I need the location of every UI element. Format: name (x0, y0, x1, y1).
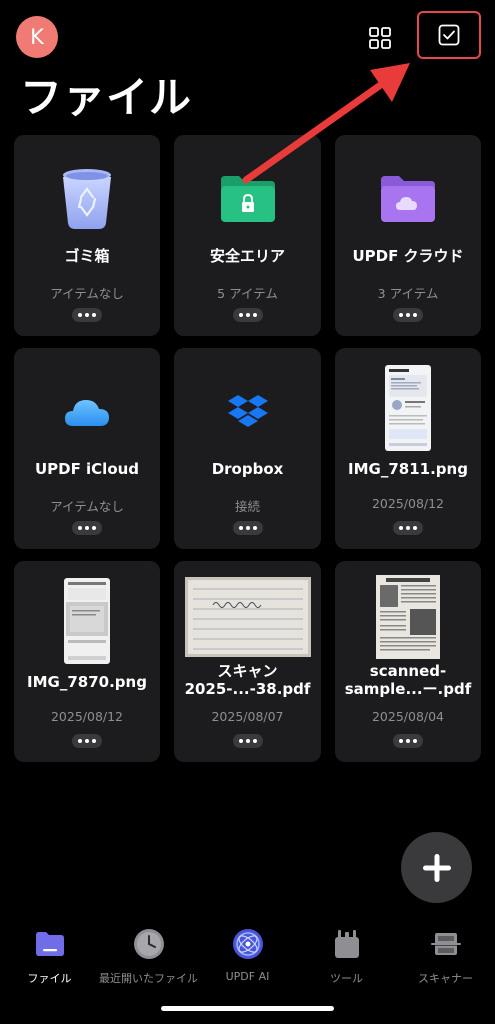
screenshot-thumbnail (385, 365, 431, 451)
select-checkbox-icon (438, 24, 460, 46)
card-subtitle: 2025/08/12 (371, 496, 445, 511)
card-name: 安全エリア (209, 247, 285, 265)
avatar-letter: K (30, 25, 44, 49)
more-options-button[interactable] (232, 521, 263, 535)
card-name: UPDF クラウド (352, 247, 464, 265)
files-icon (35, 932, 64, 956)
card-name: IMG_7870.png (27, 673, 147, 691)
trash-icon (63, 169, 111, 229)
scan-thumbnail (184, 577, 311, 657)
card-name: UPDF iCloud (34, 460, 140, 478)
card-name: IMG_7811.png (348, 460, 468, 478)
card-name: scanned- sample...ー.pdf (344, 662, 472, 698)
file-grid: ゴミ箱 アイテムなし 安全エリア 5 アイテム UPDF クラウド 3 アイテム… (14, 135, 481, 762)
nav-tab-scanner[interactable]: スキャナー (396, 922, 495, 992)
card-file[interactable]: スキャン 2025-...-38.pdf 2025/08/07 (174, 561, 321, 762)
select-button[interactable] (417, 11, 481, 59)
more-options-button[interactable] (393, 308, 423, 322)
add-button[interactable] (401, 832, 472, 903)
more-options-button[interactable] (232, 308, 263, 322)
more-options-button[interactable] (72, 308, 102, 322)
screenshot-thumbnail (64, 578, 110, 664)
grid-view-button[interactable] (362, 20, 398, 56)
dropbox-icon (227, 395, 268, 427)
more-options-button[interactable] (232, 734, 263, 748)
nav-label: スキャナー (418, 972, 473, 985)
more-options-button[interactable] (72, 734, 102, 748)
avatar[interactable]: K (16, 16, 58, 58)
more-options-button[interactable] (393, 734, 423, 748)
more-options-button[interactable] (72, 521, 102, 535)
card-subtitle: 2025/08/04 (371, 709, 445, 724)
card-file[interactable]: IMG_7811.png 2025/08/12 (335, 348, 481, 549)
ai-icon (232, 929, 263, 959)
tools-icon (334, 930, 359, 958)
home-indicator (161, 1006, 334, 1011)
cloud-folder-icon (381, 176, 435, 222)
card-subtitle: アイテムなし (50, 499, 124, 514)
card-subtitle: 3 アイテム (377, 286, 439, 301)
scanner-icon (430, 933, 461, 955)
card-file[interactable]: IMG_7870.png 2025/08/12 (14, 561, 160, 762)
card-file[interactable]: scanned- sample...ー.pdf 2025/08/04 (335, 561, 481, 762)
page-title: ファイル (20, 73, 193, 122)
card-subtitle: 2025/08/07 (211, 709, 284, 724)
card-name: スキャン 2025-...-38.pdf (184, 662, 311, 698)
plus-icon (422, 853, 451, 882)
nav-label: ツール (330, 972, 363, 985)
card-trash[interactable]: ゴミ箱 アイテムなし (14, 135, 160, 336)
card-dropbox[interactable]: Dropbox 接続 (174, 348, 321, 549)
newspaper-thumbnail (376, 575, 440, 659)
more-options-button[interactable] (393, 521, 423, 535)
secure-folder-icon (220, 176, 275, 222)
nav-tab-files[interactable]: ファイル (0, 922, 99, 992)
nav-tab-updf-ai[interactable]: UPDF AI (198, 922, 297, 992)
card-name: Dropbox (211, 460, 284, 478)
card-subtitle: 接続 (234, 499, 260, 514)
nav-label: UPDF AI (225, 970, 270, 983)
nav-label: ファイル (27, 972, 72, 985)
card-secure-area[interactable]: 安全エリア 5 アイテム (174, 135, 321, 336)
card-subtitle: 2025/08/12 (50, 709, 124, 724)
nav-tab-recent[interactable]: 最近開いたファイル (99, 922, 198, 992)
grid-view-icon (369, 27, 391, 49)
clock-icon (133, 929, 164, 959)
nav-tab-tools[interactable]: ツール (297, 922, 396, 992)
card-subtitle: 5 アイテム (217, 286, 278, 301)
bottom-navigation: ファイル 最近開いたファイル UPDF AI ツール スキャナー (0, 922, 495, 992)
icloud-icon (65, 400, 109, 426)
card-updf-cloud[interactable]: UPDF クラウド 3 アイテム (335, 135, 481, 336)
card-name: ゴミ箱 (64, 247, 110, 265)
card-subtitle: アイテムなし (50, 286, 124, 301)
card-updf-icloud[interactable]: UPDF iCloud アイテムなし (14, 348, 160, 549)
nav-label: 最近開いたファイル (99, 972, 198, 985)
